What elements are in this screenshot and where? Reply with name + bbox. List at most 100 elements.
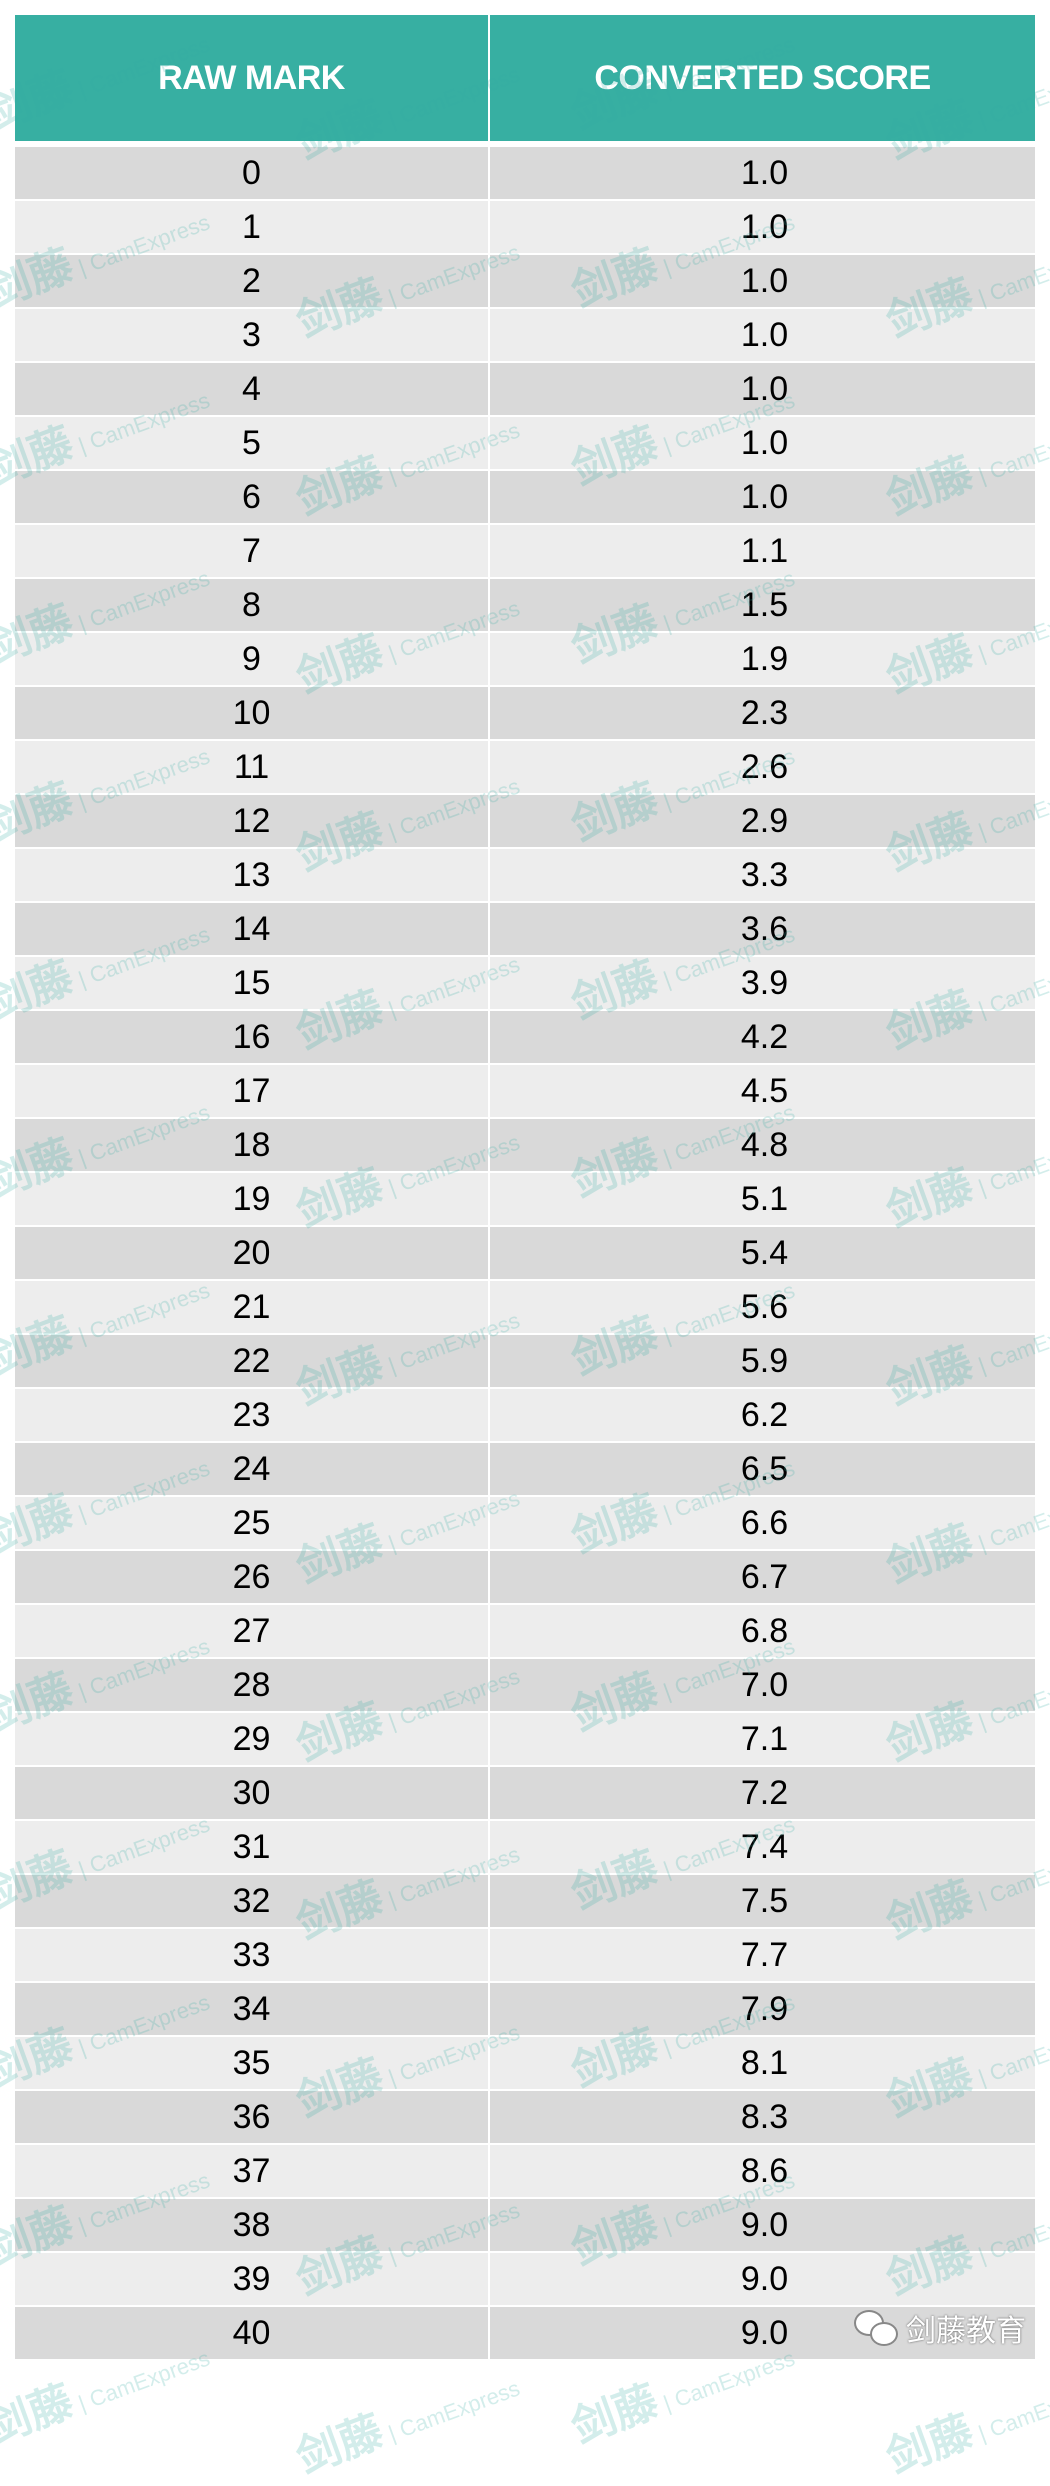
- table-row: 36 8.3: [15, 2091, 1035, 2143]
- table-row: 28 7.0: [15, 1659, 1035, 1711]
- raw-mark-cell: 9: [15, 633, 488, 685]
- table-row: 2 1.0: [15, 255, 1035, 307]
- table-body: 0 1.0 1 1.0 2 1.0 3 1.0 4 1.0 5 1.0 6 1.0 7 1.1 8 1.5 9 1.9…: [15, 147, 1035, 2359]
- raw-mark-cell: 27: [15, 1605, 488, 1657]
- converted-score-cell: 5.1: [490, 1173, 1035, 1225]
- raw-mark-cell: 30: [15, 1767, 488, 1819]
- raw-mark-cell: 0: [15, 147, 488, 199]
- table-row: 1 1.0: [15, 201, 1035, 253]
- converted-score-cell: 4.8: [490, 1119, 1035, 1171]
- raw-mark-cell: 13: [15, 849, 488, 901]
- raw-mark-cell: 20: [15, 1227, 488, 1279]
- raw-mark-cell: 36: [15, 2091, 488, 2143]
- converted-score-cell: 5.9: [490, 1335, 1035, 1387]
- table-row: 26 6.7: [15, 1551, 1035, 1603]
- converted-score-cell: 3.6: [490, 903, 1035, 955]
- converted-score-cell: 6.7: [490, 1551, 1035, 1603]
- table-row: 21 5.6: [15, 1281, 1035, 1333]
- table-row: 18 4.8: [15, 1119, 1035, 1171]
- table-row: 24 6.5: [15, 1443, 1035, 1495]
- raw-mark-cell: 40: [15, 2307, 488, 2359]
- table-row: 38 9.0: [15, 2199, 1035, 2251]
- table-row: 23 6.2: [15, 1389, 1035, 1441]
- raw-mark-cell: 4: [15, 363, 488, 415]
- watermark: 剑藤 | CamExpress: [880, 2375, 1050, 2483]
- header-converted-score: CONVERTED SCORE: [490, 15, 1035, 141]
- raw-mark-cell: 16: [15, 1011, 488, 1063]
- table-row: 27 6.8: [15, 1605, 1035, 1657]
- raw-mark-cell: 35: [15, 2037, 488, 2089]
- converted-score-cell: 2.3: [490, 687, 1035, 739]
- converted-score-cell: 1.0: [490, 309, 1035, 361]
- raw-mark-cell: 3: [15, 309, 488, 361]
- table-row: 0 1.0: [15, 147, 1035, 199]
- table-row: 13 3.3: [15, 849, 1035, 901]
- raw-mark-cell: 29: [15, 1713, 488, 1765]
- converted-score-cell: 1.9: [490, 633, 1035, 685]
- converted-score-cell: 5.4: [490, 1227, 1035, 1279]
- converted-score-cell: 1.1: [490, 525, 1035, 577]
- table-row: 39 9.0: [15, 2253, 1035, 2305]
- table-row: 33 7.7: [15, 1929, 1035, 1981]
- converted-score-cell: 2.6: [490, 741, 1035, 793]
- table-row: 14 3.6: [15, 903, 1035, 955]
- raw-mark-cell: 33: [15, 1929, 488, 1981]
- table-row: 9 1.9: [15, 633, 1035, 685]
- converted-score-cell: 7.7: [490, 1929, 1035, 1981]
- raw-mark-cell: 28: [15, 1659, 488, 1711]
- raw-mark-cell: 21: [15, 1281, 488, 1333]
- raw-mark-cell: 23: [15, 1389, 488, 1441]
- converted-score-cell: 4.5: [490, 1065, 1035, 1117]
- raw-mark-cell: 19: [15, 1173, 488, 1225]
- converted-score-cell: 2.9: [490, 795, 1035, 847]
- converted-score-cell: 9.0: [490, 2199, 1035, 2251]
- header-raw-mark: RAW MARK: [15, 15, 488, 141]
- raw-mark-cell: 10: [15, 687, 488, 739]
- wechat-icon: [854, 2310, 898, 2346]
- converted-score-cell: 4.2: [490, 1011, 1035, 1063]
- table-row: 31 7.4: [15, 1821, 1035, 1873]
- table-row: 12 2.9: [15, 795, 1035, 847]
- converted-score-cell: 1.0: [490, 147, 1035, 199]
- watermark: 剑藤 | CamExpress: [290, 2375, 524, 2483]
- raw-mark-cell: 7: [15, 525, 488, 577]
- raw-mark-cell: 15: [15, 957, 488, 1009]
- converted-score-cell: 8.1: [490, 2037, 1035, 2089]
- converted-score-cell: 1.5: [490, 579, 1035, 631]
- raw-mark-cell: 32: [15, 1875, 488, 1927]
- table-row: 6 1.0: [15, 471, 1035, 523]
- raw-mark-cell: 17: [15, 1065, 488, 1117]
- converted-score-cell: 9.0: [490, 2253, 1035, 2305]
- converted-score-cell: 1.0: [490, 201, 1035, 253]
- raw-mark-cell: 34: [15, 1983, 488, 2035]
- converted-score-cell: 1.0: [490, 255, 1035, 307]
- converted-score-cell: 7.0: [490, 1659, 1035, 1711]
- converted-score-cell: 1.0: [490, 363, 1035, 415]
- table-row: 10 2.3: [15, 687, 1035, 739]
- converted-score-cell: 6.5: [490, 1443, 1035, 1495]
- raw-mark-cell: 31: [15, 1821, 488, 1873]
- table-row: 5 1.0: [15, 417, 1035, 469]
- raw-mark-cell: 26: [15, 1551, 488, 1603]
- table-row: 37 8.6: [15, 2145, 1035, 2197]
- raw-mark-cell: 6: [15, 471, 488, 523]
- score-conversion-table: RAW MARK CONVERTED SCORE 0 1.0 1 1.0 2 1.0 3 1.…: [15, 15, 1035, 2361]
- table-row: 16 4.2: [15, 1011, 1035, 1063]
- raw-mark-cell: 1: [15, 201, 488, 253]
- table-row: 15 3.9: [15, 957, 1035, 1009]
- table-header: RAW MARK CONVERTED SCORE: [15, 15, 1035, 141]
- table-row: 3 1.0: [15, 309, 1035, 361]
- table-row: 34 7.9: [15, 1983, 1035, 2035]
- table-row: 17 4.5: [15, 1065, 1035, 1117]
- table-row: 8 1.5: [15, 579, 1035, 631]
- converted-score-cell: 1.0: [490, 471, 1035, 523]
- converted-score-cell: 3.3: [490, 849, 1035, 901]
- footer-badge-label: 剑藤教育: [906, 2315, 1026, 2348]
- converted-score-cell: 6.2: [490, 1389, 1035, 1441]
- table-row: 22 5.9: [15, 1335, 1035, 1387]
- converted-score-cell: 7.2: [490, 1767, 1035, 1819]
- raw-mark-cell: 22: [15, 1335, 488, 1387]
- raw-mark-cell: 37: [15, 2145, 488, 2197]
- table-row: 4 1.0: [15, 363, 1035, 415]
- converted-score-cell: 3.9: [490, 957, 1035, 1009]
